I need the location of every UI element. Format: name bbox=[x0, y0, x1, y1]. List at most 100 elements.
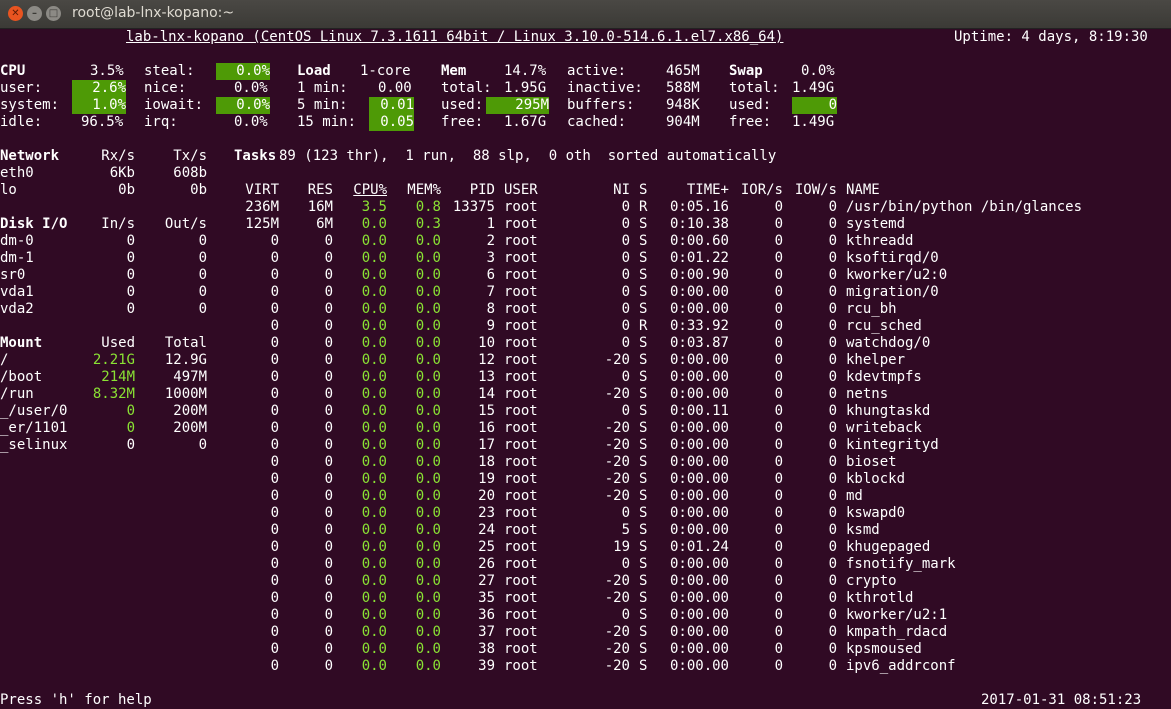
system-info: lab-lnx-kopano (CentOS Linux 7.3.1611 64… bbox=[126, 29, 784, 45]
proc-pid: 23 bbox=[478, 505, 495, 521]
cpu-idle-value: 96.5% bbox=[81, 114, 124, 130]
col-ni[interactable]: NI bbox=[603, 182, 630, 199]
proc-pid: 10 bbox=[478, 335, 495, 351]
proc-status: S bbox=[639, 522, 648, 538]
proc-nice: -20 bbox=[604, 658, 630, 674]
proc-res: 0 bbox=[324, 335, 333, 351]
proc-pid: 1 bbox=[486, 216, 495, 232]
proc-user: root bbox=[504, 471, 538, 487]
proc-status: S bbox=[639, 607, 648, 623]
terminal-area[interactable]: lab-lnx-kopano (CentOS Linux 7.3.1611 64… bbox=[0, 28, 1171, 708]
col-name[interactable]: NAME bbox=[846, 182, 880, 199]
proc-res: 0 bbox=[324, 488, 333, 504]
disk-in-header: In/s bbox=[101, 216, 135, 232]
proc-user: root bbox=[504, 573, 538, 589]
proc-ior: 0 bbox=[774, 301, 783, 317]
proc-status: S bbox=[639, 505, 648, 521]
proc-user: root bbox=[504, 318, 538, 334]
proc-name: kworker/u2:0 bbox=[846, 267, 948, 283]
proc-virt: 0 bbox=[270, 454, 279, 470]
proc-ior: 0 bbox=[774, 641, 783, 657]
col-virt[interactable]: VIRT bbox=[234, 182, 279, 199]
proc-iow: 0 bbox=[828, 233, 837, 249]
proc-status: S bbox=[639, 233, 648, 249]
proc-nice: 0 bbox=[621, 301, 630, 317]
proc-nice: 0 bbox=[621, 335, 630, 351]
proc-name: kworker/u2:1 bbox=[846, 607, 948, 623]
proc-iow: 0 bbox=[828, 624, 837, 640]
proc-mem: 0.0 bbox=[415, 590, 441, 606]
disk-in-value: 0 bbox=[126, 267, 135, 283]
proc-pid: 20 bbox=[478, 488, 495, 504]
close-window-button[interactable]: ✕ bbox=[8, 6, 23, 21]
proc-user: root bbox=[504, 658, 538, 674]
proc-cpu: 0.0 bbox=[361, 318, 387, 334]
window-titlebar[interactable]: ✕ – □ root@lab-lnx-kopano:~ bbox=[0, 0, 1171, 29]
proc-nice: 0 bbox=[621, 556, 630, 572]
proc-mem: 0.0 bbox=[415, 556, 441, 572]
proc-ior: 0 bbox=[774, 607, 783, 623]
proc-mem: 0.0 bbox=[415, 352, 441, 368]
proc-iow: 0 bbox=[828, 505, 837, 521]
proc-name: bioset bbox=[846, 454, 897, 470]
proc-res: 0 bbox=[324, 471, 333, 487]
proc-ior: 0 bbox=[774, 556, 783, 572]
proc-virt: 0 bbox=[270, 624, 279, 640]
mem-free-label: free: bbox=[441, 114, 484, 130]
proc-name: kthrotld bbox=[846, 590, 914, 606]
proc-mem: 0.0 bbox=[415, 624, 441, 640]
proc-virt: 0 bbox=[270, 250, 279, 266]
col-iow[interactable]: IOW/s bbox=[792, 182, 837, 199]
network-tx-header: Tx/s bbox=[173, 148, 207, 164]
proc-iow: 0 bbox=[828, 335, 837, 351]
minimize-window-button[interactable]: – bbox=[27, 6, 42, 21]
proc-virt: 0 bbox=[270, 352, 279, 368]
proc-status: S bbox=[639, 352, 648, 368]
proc-user: root bbox=[504, 233, 538, 249]
col-cpu[interactable]: CPU% bbox=[342, 182, 387, 199]
col-pid[interactable]: PID bbox=[450, 182, 495, 199]
proc-cpu: 0.0 bbox=[361, 369, 387, 385]
proc-name: migration/0 bbox=[846, 284, 939, 300]
proc-time: 0:33.92 bbox=[669, 318, 729, 334]
proc-mem: 0.0 bbox=[415, 658, 441, 674]
proc-iow: 0 bbox=[828, 522, 837, 538]
proc-iow: 0 bbox=[828, 641, 837, 657]
proc-nice: 0 bbox=[621, 318, 630, 334]
network-rx-header: Rx/s bbox=[101, 148, 135, 164]
proc-pid: 18 bbox=[478, 454, 495, 470]
col-res[interactable]: RES bbox=[288, 182, 333, 199]
proc-time: 0:00.00 bbox=[669, 284, 729, 300]
proc-res: 0 bbox=[324, 505, 333, 521]
proc-status: S bbox=[639, 624, 648, 640]
col-user[interactable]: USER bbox=[504, 182, 538, 199]
proc-ior: 0 bbox=[774, 454, 783, 470]
proc-iow: 0 bbox=[828, 607, 837, 623]
cpu-system-value: 1.0% bbox=[72, 97, 126, 114]
proc-iow: 0 bbox=[828, 199, 837, 215]
maximize-window-button[interactable]: □ bbox=[46, 6, 61, 21]
mount-used-value: 8.32M bbox=[92, 386, 135, 402]
col-time[interactable]: TIME+ bbox=[666, 182, 729, 199]
proc-res: 0 bbox=[324, 437, 333, 453]
col-status[interactable]: S bbox=[639, 182, 647, 199]
cpu-user-value: 2.6% bbox=[72, 80, 126, 97]
proc-virt: 0 bbox=[270, 539, 279, 555]
mount-total-value: 0 bbox=[198, 437, 207, 453]
proc-virt: 0 bbox=[270, 233, 279, 249]
proc-pid: 7 bbox=[486, 284, 495, 300]
proc-virt: 0 bbox=[270, 573, 279, 589]
disk-out-header: Out/s bbox=[164, 216, 207, 232]
mem-active-value: 465M bbox=[666, 63, 700, 79]
proc-iow: 0 bbox=[828, 352, 837, 368]
proc-mem: 0.0 bbox=[415, 335, 441, 351]
mem-total-label: total: bbox=[441, 80, 492, 96]
proc-status: S bbox=[639, 437, 648, 453]
col-mem[interactable]: MEM% bbox=[396, 182, 441, 199]
col-ior[interactable]: IOR/s bbox=[738, 182, 783, 199]
proc-res: 0 bbox=[324, 522, 333, 538]
proc-res: 0 bbox=[324, 607, 333, 623]
proc-ior: 0 bbox=[774, 488, 783, 504]
proc-name: writeback bbox=[846, 420, 922, 436]
proc-cpu: 0.0 bbox=[361, 352, 387, 368]
